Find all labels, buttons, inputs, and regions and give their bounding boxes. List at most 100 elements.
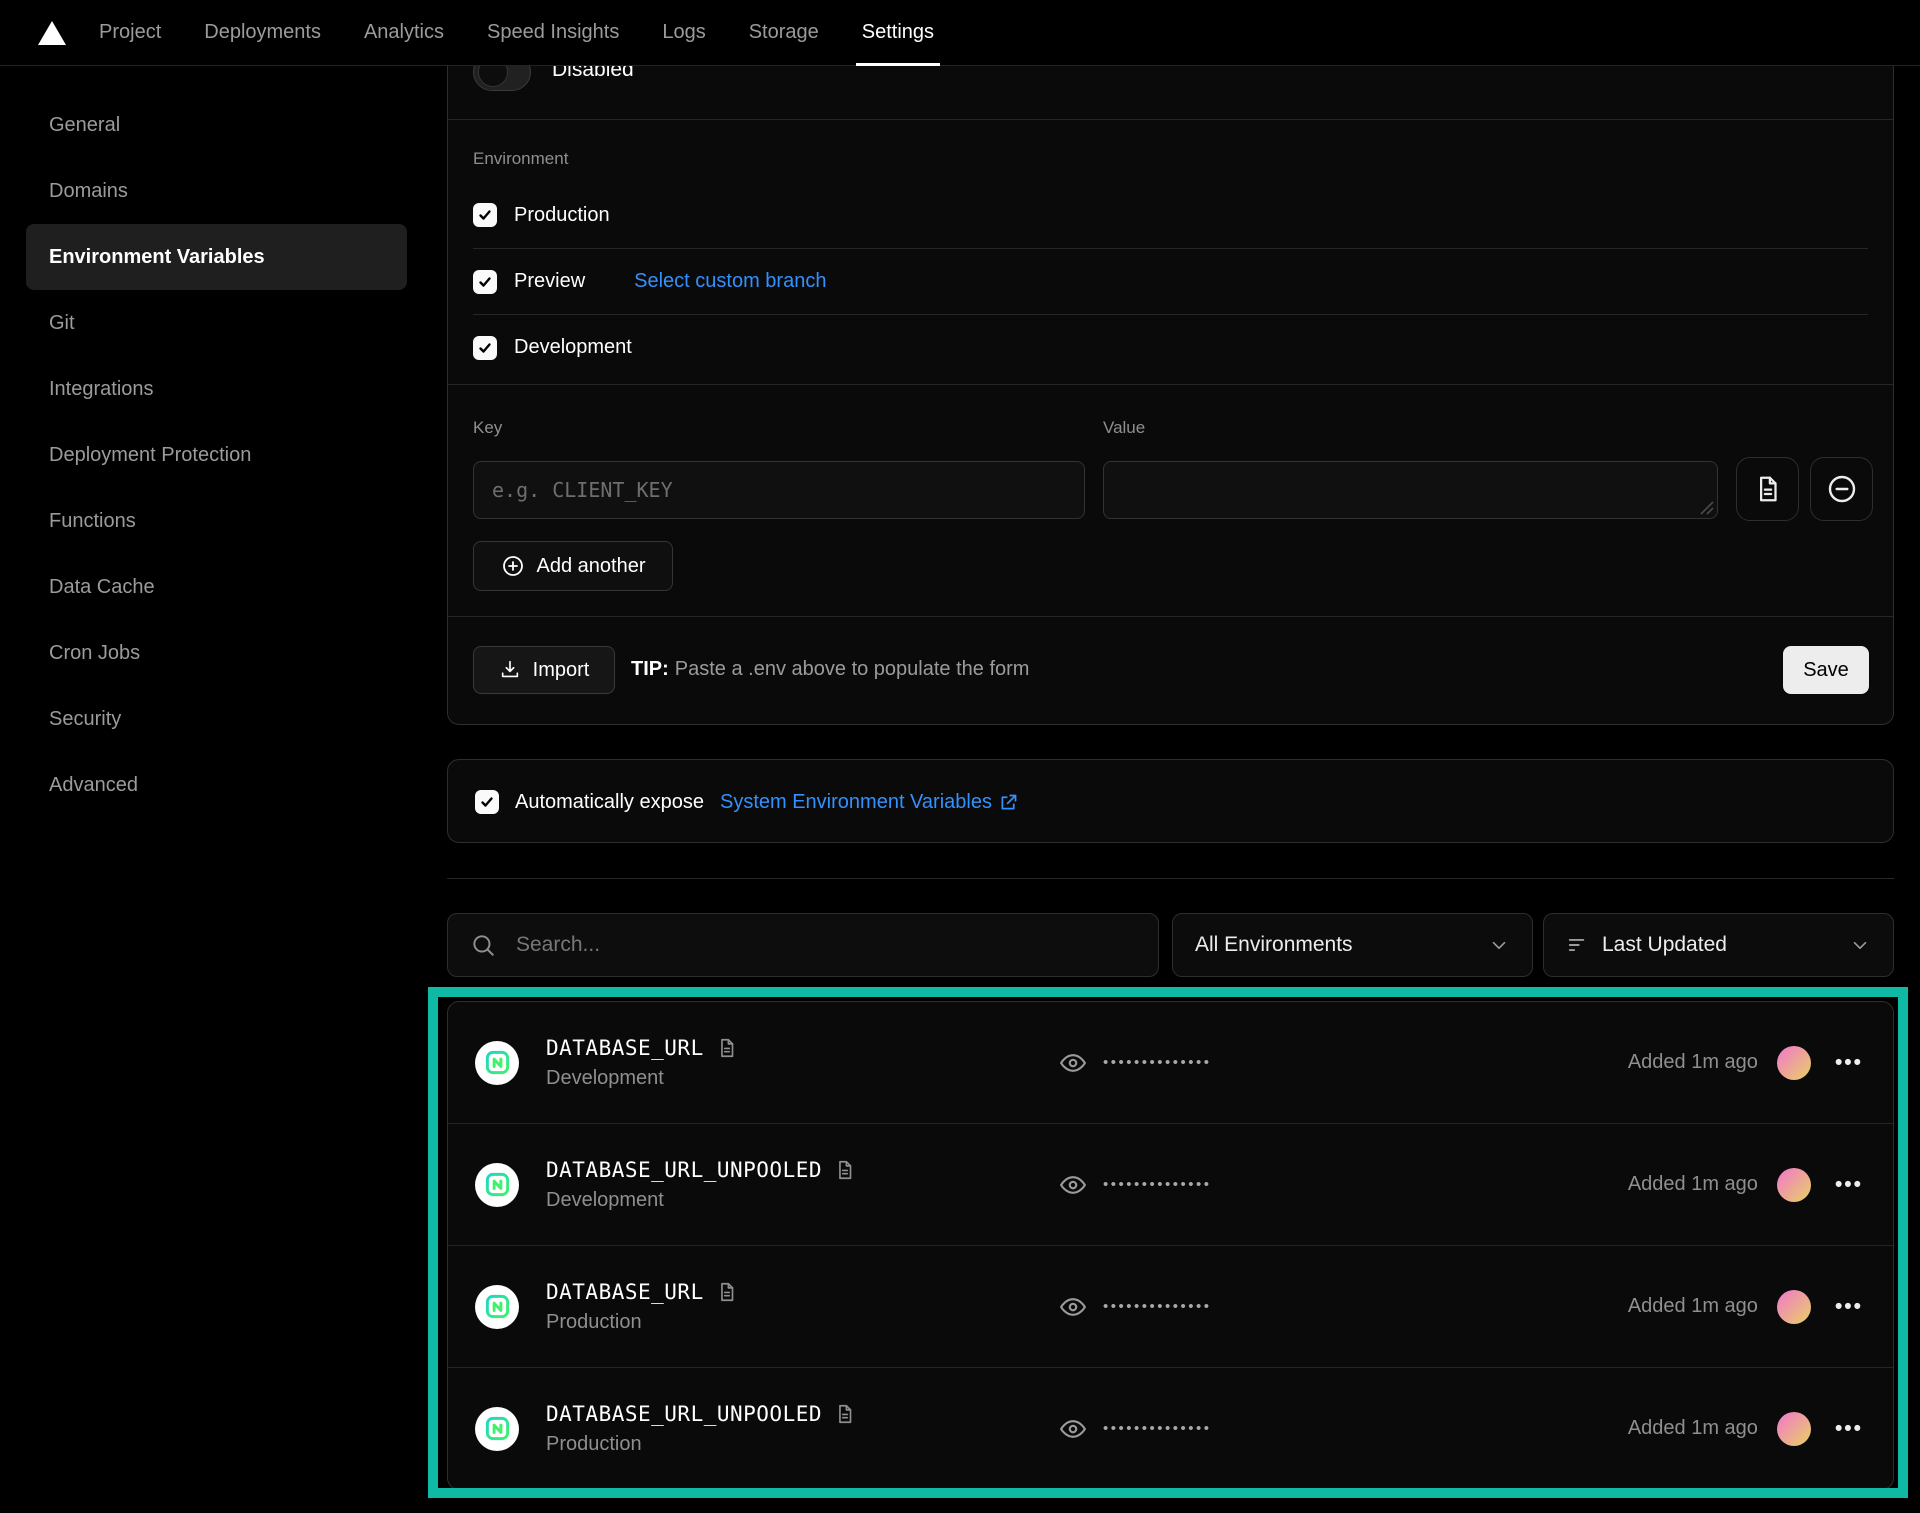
sidebar-item-git[interactable]: Git <box>26 290 407 356</box>
env-variables-list: DATABASE_URL Development •••••••••••••• … <box>447 1001 1894 1490</box>
note-icon <box>716 1037 738 1059</box>
system-env-card: Automatically expose System Environment … <box>447 759 1894 843</box>
sidebar-item-cron-jobs[interactable]: Cron Jobs <box>26 620 407 686</box>
added-timestamp: Added 1m ago <box>1628 1417 1758 1440</box>
masked-value: •••••••••••••• <box>1103 1298 1212 1315</box>
reveal-value-button[interactable] <box>1058 1414 1088 1444</box>
note-icon <box>834 1159 856 1181</box>
sidebar-item-functions[interactable]: Functions <box>26 488 407 554</box>
select-custom-branch-link[interactable]: Select custom branch <box>634 270 826 293</box>
system-env-link[interactable]: System Environment Variables <box>720 791 1019 814</box>
remove-row-button[interactable] <box>1810 457 1873 521</box>
file-button[interactable] <box>1736 457 1799 521</box>
sidebar-item-security[interactable]: Security <box>26 686 407 752</box>
file-icon <box>1753 474 1783 504</box>
row-menu-button[interactable]: ••• <box>1835 1417 1863 1441</box>
search-icon <box>470 932 496 958</box>
sidebar-item-advanced[interactable]: Advanced <box>26 752 407 818</box>
sidebar-item-environment-variables[interactable]: Environment Variables <box>26 224 407 290</box>
key-input[interactable] <box>473 461 1085 519</box>
import-button[interactable]: Import <box>473 646 615 694</box>
row-menu-button[interactable]: ••• <box>1835 1051 1863 1075</box>
top-navigation: Project Deployments Analytics Speed Insight… <box>0 0 1920 66</box>
masked-value: •••••••••••••• <box>1103 1420 1212 1437</box>
minus-circle-icon <box>1826 473 1858 505</box>
value-input[interactable] <box>1103 461 1718 519</box>
download-icon <box>499 659 521 681</box>
system-env-checkbox[interactable] <box>475 790 499 814</box>
env-var-row: DATABASE_URL Production •••••••••••••• A… <box>448 1245 1893 1367</box>
env-var-name: DATABASE_URL_UNPOOLED <box>546 1402 822 1426</box>
divider <box>448 616 1893 617</box>
divider <box>448 384 1893 385</box>
search-input[interactable] <box>516 933 1136 957</box>
sidebar-item-general[interactable]: General <box>26 92 407 158</box>
environment-label-production: Production <box>514 204 610 227</box>
check-icon <box>477 274 493 290</box>
sort-select[interactable]: Last Updated <box>1543 913 1894 977</box>
neon-integration-avatar <box>475 1285 519 1329</box>
import-label: Import <box>533 659 590 682</box>
sidebar-item-domains[interactable]: Domains <box>26 158 407 224</box>
nav-tab-analytics[interactable]: Analytics <box>362 0 446 65</box>
nav-tab-deployments[interactable]: Deployments <box>202 0 323 65</box>
external-link-icon <box>998 792 1019 813</box>
environment-row-preview: Preview Select custom branch <box>473 248 1868 314</box>
reveal-value-button[interactable] <box>1058 1292 1088 1322</box>
neon-logo-icon <box>484 1293 511 1320</box>
nav-tab-storage[interactable]: Storage <box>747 0 821 65</box>
chevron-down-icon <box>1849 934 1871 956</box>
tip-label: TIP: <box>631 658 669 680</box>
env-var-name: DATABASE_URL <box>546 1280 704 1304</box>
checkbox-production[interactable] <box>473 203 497 227</box>
check-icon <box>477 207 493 223</box>
checkbox-development[interactable] <box>473 336 497 360</box>
row-menu-button[interactable]: ••• <box>1835 1173 1863 1197</box>
sidebar-item-data-cache[interactable]: Data Cache <box>26 554 407 620</box>
sidebar-item-deployment-protection[interactable]: Deployment Protection <box>26 422 407 488</box>
env-var-row: DATABASE_URL_UNPOOLED Production •••••••… <box>448 1367 1893 1489</box>
environment-filter-select[interactable]: All Environments <box>1172 913 1533 977</box>
eye-icon <box>1058 1414 1088 1444</box>
user-avatar <box>1777 1168 1811 1202</box>
env-variable-form-card: Disabled Environment ProductionPreviewSe… <box>447 0 1894 725</box>
vercel-logo-icon[interactable] <box>38 21 66 45</box>
nav-tab-speed-insights[interactable]: Speed Insights <box>485 0 621 65</box>
environment-section-label: Environment <box>473 149 568 169</box>
nav-tab-project[interactable]: Project <box>97 0 163 65</box>
environment-row-development: Development <box>473 314 1868 380</box>
added-timestamp: Added 1m ago <box>1628 1173 1758 1196</box>
env-var-name: DATABASE_URL <box>546 1036 704 1060</box>
masked-value: •••••••••••••• <box>1103 1176 1212 1193</box>
row-menu-button[interactable]: ••• <box>1835 1295 1863 1319</box>
neon-integration-avatar <box>475 1407 519 1451</box>
save-label: Save <box>1803 659 1849 682</box>
added-timestamp: Added 1m ago <box>1628 1051 1758 1074</box>
eye-icon <box>1058 1170 1088 1200</box>
environment-checkbox-list: Production Preview Select custom branch Dev… <box>473 182 1868 380</box>
env-var-environment: Production <box>546 1433 856 1456</box>
neon-logo-icon <box>484 1049 511 1076</box>
key-label: Key <box>473 418 502 438</box>
check-icon <box>479 794 495 810</box>
checkbox-preview[interactable] <box>473 270 497 294</box>
divider <box>447 878 1894 879</box>
add-another-button[interactable]: Add another <box>473 541 673 591</box>
environment-label-preview: Preview <box>514 270 585 293</box>
reveal-value-button[interactable] <box>1058 1048 1088 1078</box>
nav-tab-logs[interactable]: Logs <box>660 0 707 65</box>
env-var-row: DATABASE_URL Development •••••••••••••• … <box>448 1002 1893 1123</box>
environment-label-development: Development <box>514 336 632 359</box>
user-avatar <box>1777 1412 1811 1446</box>
resize-grip-icon[interactable] <box>1700 501 1714 515</box>
sidebar-item-integrations[interactable]: Integrations <box>26 356 407 422</box>
chevron-down-icon <box>1488 934 1510 956</box>
env-var-environment: Development <box>546 1189 856 1212</box>
nav-tab-settings[interactable]: Settings <box>860 0 936 65</box>
tip-text: TIP:Paste a .env above to populate the f… <box>631 658 1029 681</box>
reveal-value-button[interactable] <box>1058 1170 1088 1200</box>
search-field <box>447 913 1159 977</box>
value-label: Value <box>1103 418 1145 438</box>
save-button[interactable]: Save <box>1783 646 1869 694</box>
eye-icon <box>1058 1292 1088 1322</box>
